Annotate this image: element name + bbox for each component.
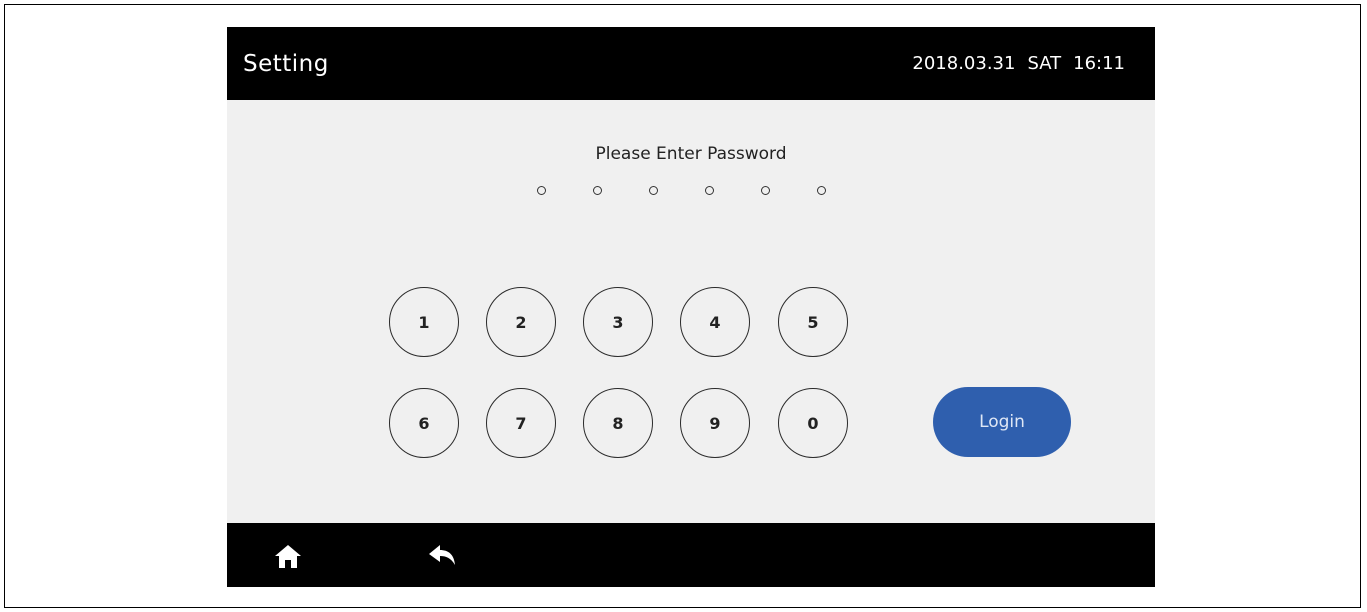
password-dot xyxy=(761,186,770,195)
touch-screen: Setting 2018.03.31 SAT 16:11 Please Ente… xyxy=(227,27,1155,587)
weekday-text: SAT xyxy=(1027,53,1062,74)
login-button[interactable]: Login xyxy=(933,387,1071,457)
date-text: 2018.03.31 xyxy=(912,53,1016,74)
password-dots xyxy=(537,186,826,195)
key-5[interactable]: 5 xyxy=(778,287,848,357)
password-dot xyxy=(593,186,602,195)
key-7[interactable]: 7 xyxy=(486,388,556,458)
device-frame: Setting 2018.03.31 SAT 16:11 Please Ente… xyxy=(4,4,1361,608)
password-dot xyxy=(705,186,714,195)
back-icon[interactable] xyxy=(427,543,457,569)
key-2[interactable]: 2 xyxy=(486,287,556,357)
password-panel: Please Enter Password 1 2 3 4 5 6 7 8 9 … xyxy=(227,100,1155,523)
date-time: 2018.03.31 SAT 16:11 xyxy=(912,51,1125,77)
password-dot xyxy=(537,186,546,195)
password-dot xyxy=(817,186,826,195)
key-6[interactable]: 6 xyxy=(389,388,459,458)
key-9[interactable]: 9 xyxy=(680,388,750,458)
top-bar: Setting 2018.03.31 SAT 16:11 xyxy=(227,27,1155,100)
key-1[interactable]: 1 xyxy=(389,287,459,357)
home-icon[interactable] xyxy=(273,543,303,569)
password-prompt: Please Enter Password xyxy=(595,144,787,164)
key-8[interactable]: 8 xyxy=(583,388,653,458)
time-text: 16:11 xyxy=(1073,53,1125,74)
bottom-bar xyxy=(227,523,1155,587)
password-dot xyxy=(649,186,658,195)
key-0[interactable]: 0 xyxy=(778,388,848,458)
key-3[interactable]: 3 xyxy=(583,287,653,357)
key-4[interactable]: 4 xyxy=(680,287,750,357)
page-title: Setting xyxy=(243,51,329,77)
